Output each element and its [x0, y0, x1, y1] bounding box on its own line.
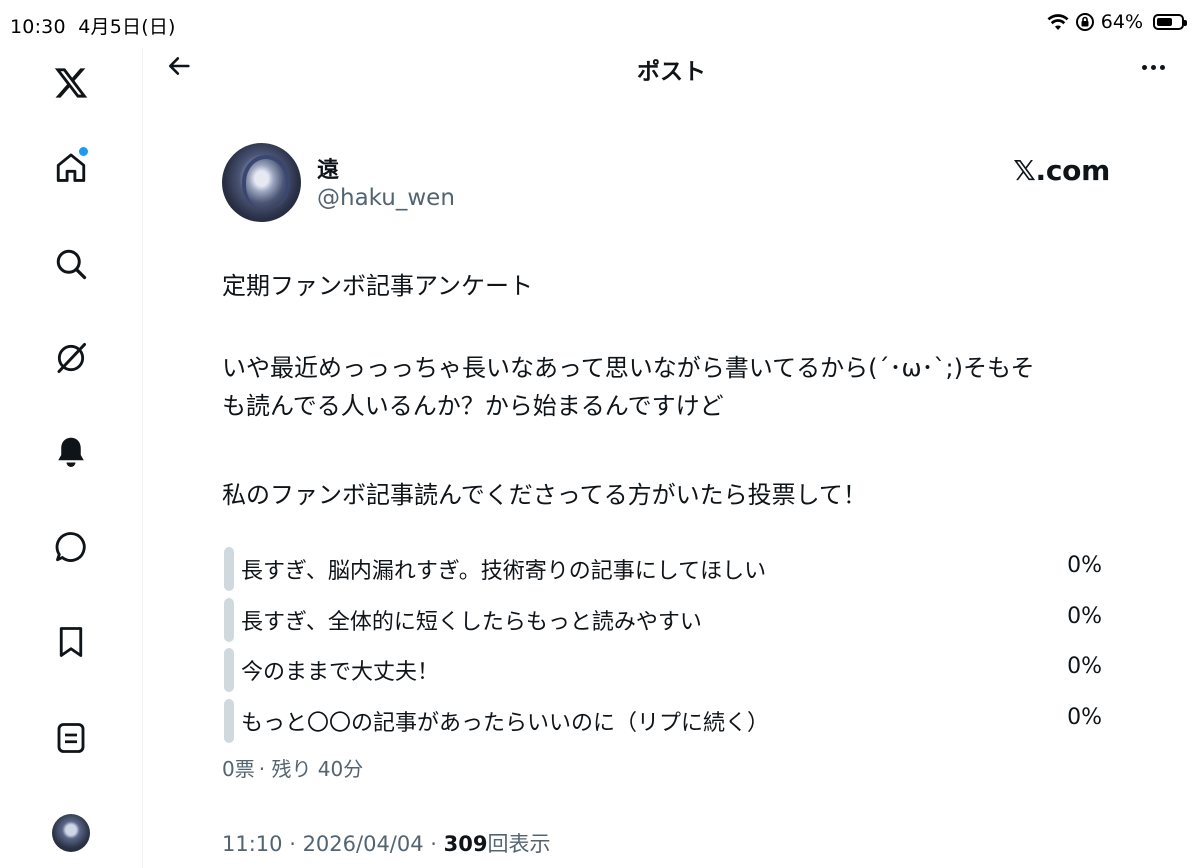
- poll-option-label: 今のままで大丈夫！: [241, 660, 440, 685]
- battery-percent: 64%: [1100, 11, 1143, 33]
- poll-option-percent: 0%: [1067, 654, 1102, 679]
- poll-result-bar: [224, 597, 234, 642]
- poll-result-bar: [224, 648, 234, 692]
- orientation-lock-icon: [1075, 13, 1094, 31]
- x-logo-icon[interactable]: [48, 60, 94, 106]
- poll-option: 長すぎ、全体的に短くしたらもっと読みやすい 0%: [222, 595, 1104, 646]
- post-time[interactable]: 11:10: [222, 832, 283, 856]
- home-notification-dot: [79, 147, 88, 156]
- status-bar: 10:30 4月5日(日) 64%: [0, 0, 1200, 48]
- views-label: 回表示: [487, 832, 551, 856]
- post-text-request: 私のファンボ記事読んでくださってる方がいたら投票して！: [222, 481, 867, 509]
- poll-option-percent: 0%: [1067, 603, 1102, 629]
- poll-option-percent: 0%: [1067, 553, 1102, 578]
- battery-icon: [1153, 14, 1187, 30]
- poll: 長すぎ、脳内漏れすぎ。技術寄りの記事にしてほしい 0% 長すぎ、全体的に短くした…: [222, 544, 1104, 746]
- poll-option: 長すぎ、脳内漏れすぎ。技術寄りの記事にしてほしい 0%: [222, 544, 1104, 595]
- post-text-body: いや最近めっっっちゃ長いなあって思いながら書いてるから(´･ω･`;)そもそ も…: [222, 354, 1035, 420]
- bookmark-icon[interactable]: [48, 619, 94, 665]
- poll-option: 今のままで大丈夫！ 0%: [222, 645, 1104, 696]
- search-icon[interactable]: [48, 241, 94, 287]
- post-header: ポスト: [143, 48, 1200, 88]
- author-name[interactable]: 遠: [317, 152, 339, 184]
- post-date[interactable]: 2026/04/04: [303, 832, 424, 856]
- status-indicators: 64%: [1047, 11, 1187, 33]
- poll-result-bar: [224, 547, 234, 591]
- author-avatar[interactable]: [222, 143, 301, 222]
- poll-option-label: 長すぎ、全体的に短くしたらもっと読みやすい: [241, 609, 702, 635]
- poll-option-label: もっと〇〇の記事があったらいいのに（リプに続く）: [241, 710, 770, 736]
- grok-icon[interactable]: [48, 335, 94, 381]
- poll-remaining: 残り 40分: [271, 757, 364, 781]
- messages-icon[interactable]: [48, 524, 94, 570]
- poll-option-label: 長すぎ、脳内漏れすぎ。技術寄りの記事にしてほしい: [241, 559, 767, 584]
- poll-result-bar: [224, 698, 234, 743]
- notifications-bell-icon[interactable]: [48, 429, 94, 475]
- profile-avatar[interactable]: [52, 814, 90, 852]
- more-options-button[interactable]: [1136, 52, 1170, 82]
- poll-votes: 0票: [222, 757, 255, 781]
- poll-option-percent: 0%: [1067, 704, 1102, 730]
- wifi-icon: [1047, 14, 1069, 30]
- poll-option: もっと〇〇の記事があったらいいのに（リプに続く） 0%: [222, 696, 1104, 747]
- views-count: 309: [443, 832, 488, 856]
- x-com-brand: 𝕏.com: [1013, 154, 1110, 187]
- page-title: ポスト: [637, 59, 706, 85]
- sidebar-nav: [0, 48, 143, 868]
- author-handle[interactable]: @haku_wen: [317, 185, 455, 211]
- lists-icon[interactable]: [48, 715, 94, 761]
- home-icon[interactable]: [48, 145, 94, 191]
- post-text-title: 定期ファンボ記事アンケート: [222, 272, 534, 300]
- post-meta: 11:10 · 2026/04/04 · 309回表示: [222, 832, 551, 856]
- status-time: 10:30 4月5日(日): [10, 16, 176, 38]
- poll-meta: 0票 · 残り 40分: [222, 757, 364, 781]
